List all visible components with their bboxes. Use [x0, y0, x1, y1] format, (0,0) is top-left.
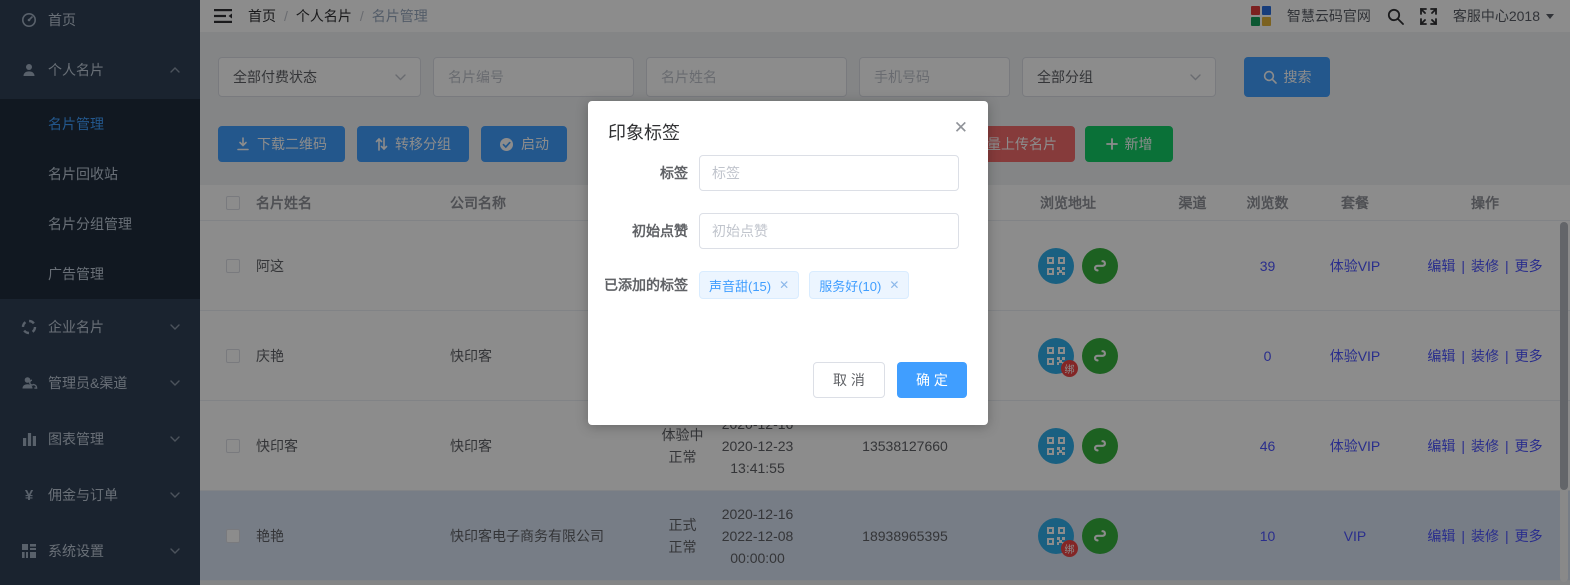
tag-chip: 声音甜(15) ✕	[699, 271, 799, 299]
close-icon[interactable]: ✕	[954, 119, 968, 136]
added-tags-label: 已添加的标签	[588, 275, 688, 295]
added-tags-list: 声音甜(15) ✕ 服务好(10) ✕	[699, 271, 909, 299]
tag-input[interactable]	[699, 155, 959, 191]
initial-likes-label: 初始点赞	[588, 221, 688, 241]
tag-remove-icon[interactable]: ✕	[889, 278, 899, 292]
tag-field-label: 标签	[588, 163, 688, 183]
cancel-button[interactable]: 取 消	[813, 362, 885, 398]
confirm-button[interactable]: 确 定	[897, 362, 967, 398]
impression-tags-modal: 印象标签 ✕ 标签 初始点赞 已添加的标签 声音甜(15) ✕ 服务好(10) …	[588, 101, 988, 425]
app-root: 首页 个人名片 名片管理 名片回收站 名片分组管理 广告管理 企业名片	[0, 0, 1570, 585]
modal-title: 印象标签	[608, 123, 680, 143]
tag-remove-icon[interactable]: ✕	[779, 278, 789, 292]
initial-likes-input[interactable]	[699, 213, 959, 249]
tag-chip-label: 服务好(10)	[819, 276, 881, 295]
tag-chip-label: 声音甜(15)	[709, 276, 771, 295]
tag-chip: 服务好(10) ✕	[809, 271, 909, 299]
